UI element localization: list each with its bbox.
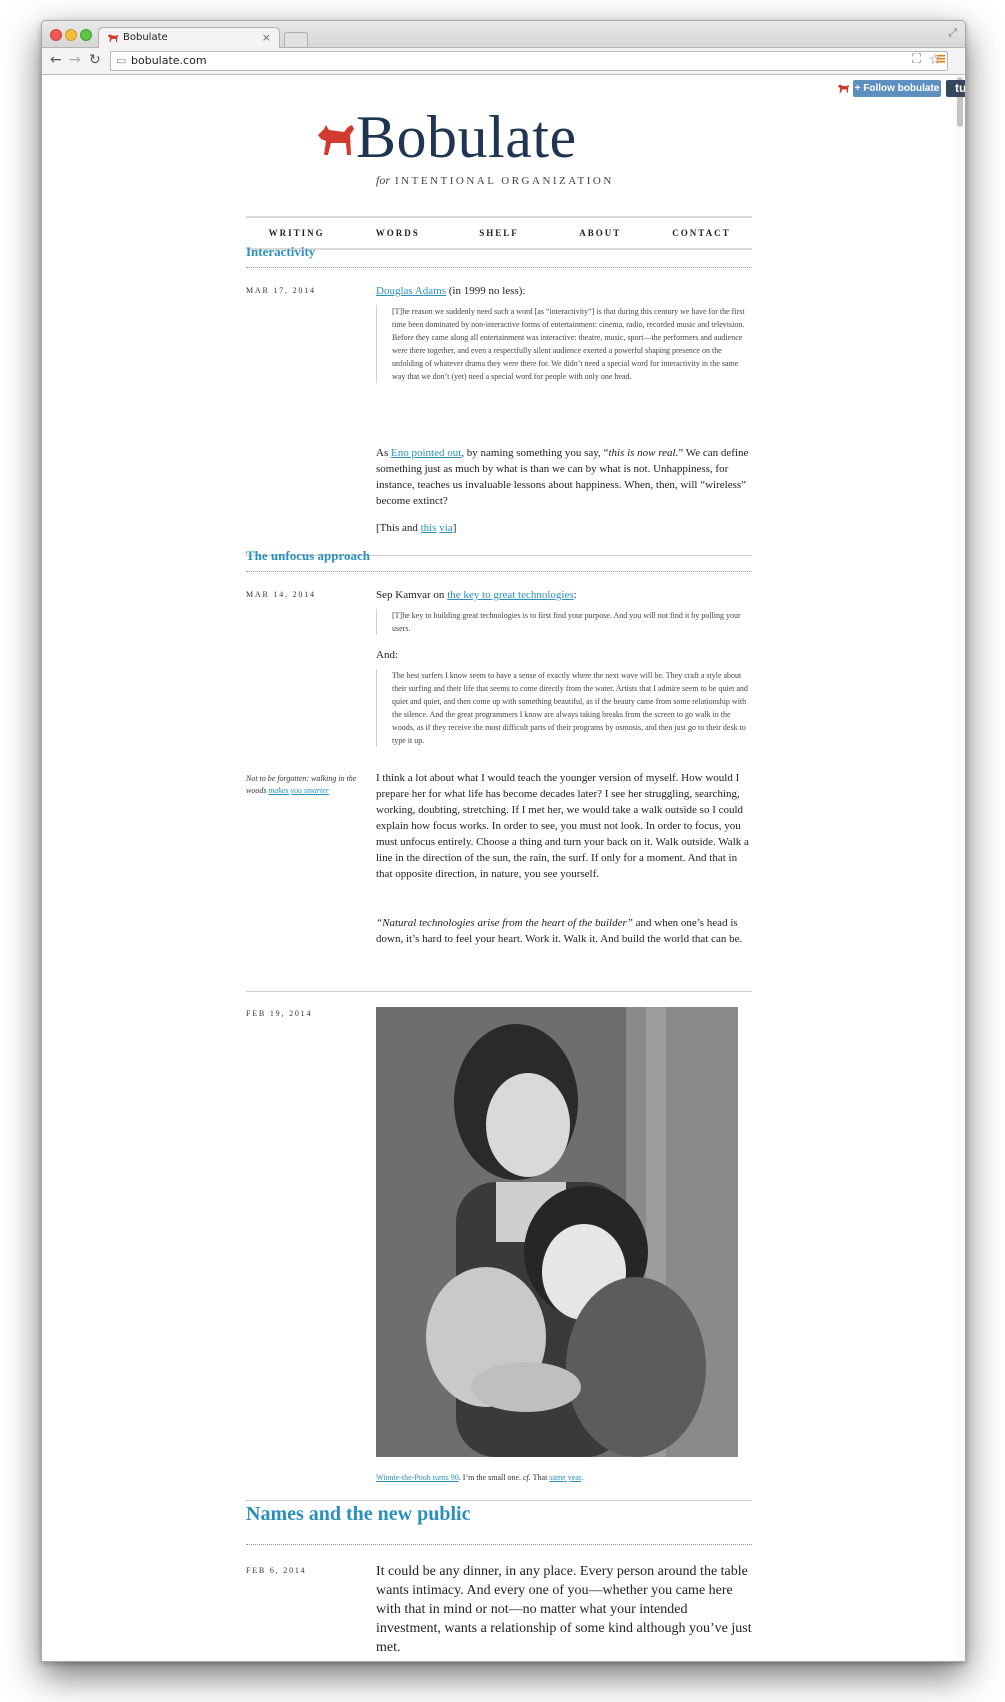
post-via: [This and this via]	[376, 520, 752, 536]
side-note: Not to be forgotten: walking in the wood…	[246, 773, 361, 797]
author-link[interactable]: Douglas Adams	[376, 285, 446, 297]
post-paragraph: As Eno pointed out, by naming something …	[376, 445, 752, 509]
blockquote: The best surfers I know seem to have a s…	[376, 669, 752, 747]
dog-logo-icon[interactable]	[837, 82, 850, 95]
nav-words[interactable]: WORDS	[347, 218, 448, 248]
intro-text: :	[573, 589, 577, 601]
post-title[interactable]: Names and the new public	[246, 1503, 470, 1526]
post-date[interactable]: FEB 6, 2014	[246, 1566, 306, 1575]
post-title[interactable]: Interactivity	[246, 244, 315, 260]
post-paragraph: It could be any dinner, in any place. Ev…	[376, 1564, 752, 1655]
dog-logo-icon	[318, 125, 354, 155]
blockquote: [T]he reason we suddenly need such a wor…	[376, 305, 752, 383]
title-bar: Bobulate × ⤢	[42, 21, 965, 49]
intro-text: Sep Kamvar on	[376, 589, 448, 601]
tagline-for: for	[376, 173, 391, 187]
minimize-window-button[interactable]	[65, 29, 77, 41]
fullscreen-icon[interactable]: ⤢	[948, 26, 957, 40]
browser-menu-icon[interactable]: ≡	[935, 51, 947, 67]
page-viewport: + Follow bobulate tumblr. Bobulate for IN…	[42, 75, 965, 1661]
post-intro: Sep Kamvar on the key to great technolog…	[376, 587, 752, 603]
photo-illustration	[376, 1007, 738, 1457]
emphasis-text: “Natural technologies arise from the hea…	[376, 917, 633, 929]
zoom-window-button[interactable]	[80, 29, 92, 41]
close-window-button[interactable]	[50, 29, 62, 41]
tumblr-button[interactable]: tumblr.	[946, 80, 965, 97]
nav-about[interactable]: ABOUT	[550, 218, 651, 248]
post-separator	[246, 991, 752, 992]
dog-favicon-icon	[108, 34, 119, 42]
reload-button[interactable]: ↻	[89, 52, 101, 68]
post-date[interactable]: MAR 17, 2014	[246, 286, 316, 295]
post-title[interactable]: The unfocus approach	[246, 548, 370, 564]
caption-text: . I’m the small one.	[458, 1473, 523, 1482]
back-button[interactable]: ←	[50, 52, 62, 68]
browser-toolbar: ← → ↻ ▭ bobulate.com ☆ ⛶ ≡	[42, 48, 965, 75]
caption-em: cf.	[523, 1473, 531, 1482]
photo-caption: Winnie-the-Pooh turns 90. I’m the small …	[376, 1473, 752, 1482]
main-nav: WRITING WORDS SHELF ABOUT CONTACT	[246, 216, 752, 250]
pooh-link[interactable]: Winnie-the-Pooh turns 90	[376, 1473, 459, 1482]
divider	[246, 1544, 752, 1545]
forward-button[interactable]: →	[69, 52, 81, 68]
intro-text: (in 1999 no less):	[445, 285, 526, 297]
post-intro: Douglas Adams (in 1999 no less):	[376, 283, 752, 299]
tab-title: Bobulate	[123, 32, 168, 43]
browser-window: Bobulate × ⤢ ← → ↻ ▭ bobulate.com ☆ ⛶ ≡ …	[41, 20, 966, 1662]
nav-contact[interactable]: CONTACT	[651, 218, 752, 248]
family-photo[interactable]	[376, 1007, 738, 1457]
address-bar[interactable]: ▭ bobulate.com ☆	[110, 51, 948, 71]
smarter-link[interactable]: makes you smarter	[268, 786, 328, 795]
same-year-link[interactable]: same year	[549, 1473, 581, 1482]
page-icon: ▭	[116, 54, 127, 67]
via-link[interactable]: via	[439, 522, 452, 534]
divider	[246, 571, 752, 572]
scrollbar[interactable]	[955, 75, 965, 1661]
paragraph-text: , by naming something you say, “	[461, 447, 609, 459]
key-link[interactable]: the key to great technologies	[447, 589, 573, 601]
emphasis-text: this is now real.	[608, 447, 679, 459]
paragraph-text: As	[376, 447, 391, 459]
new-tab-button[interactable]	[284, 32, 308, 48]
via-text: ]	[452, 522, 457, 534]
caption-text: That	[530, 1473, 550, 1482]
divider	[246, 267, 752, 268]
browser-tab[interactable]: Bobulate ×	[98, 27, 280, 49]
site-title[interactable]: Bobulate	[356, 101, 577, 173]
post-separator	[246, 1500, 752, 1501]
post-date[interactable]: FEB 19, 2014	[246, 1009, 312, 1018]
eno-link[interactable]: Eno pointed out	[391, 447, 461, 459]
site-tagline: for INTENTIONAL ORGANIZATION	[376, 173, 614, 188]
tagline-rest: INTENTIONAL ORGANIZATION	[395, 175, 614, 187]
extension-icon[interactable]: ⛶	[912, 52, 921, 67]
this-link[interactable]: this	[421, 522, 437, 534]
url-text[interactable]: bobulate.com	[131, 54, 207, 67]
post-date[interactable]: MAR 14, 2014	[246, 590, 316, 599]
tab-close-icon[interactable]: ×	[262, 31, 271, 44]
and-text: And:	[376, 649, 398, 661]
caption-text: .	[581, 1473, 584, 1482]
follow-button[interactable]: + Follow bobulate	[853, 80, 941, 97]
blockquote: [T]he key to building great technologies…	[376, 609, 752, 635]
nav-shelf[interactable]: SHELF	[448, 218, 549, 248]
post-paragraph: I think a lot about what I would teach t…	[376, 772, 749, 880]
via-text: [This and	[376, 522, 421, 534]
post-closing: “Natural technologies arise from the hea…	[376, 915, 752, 947]
